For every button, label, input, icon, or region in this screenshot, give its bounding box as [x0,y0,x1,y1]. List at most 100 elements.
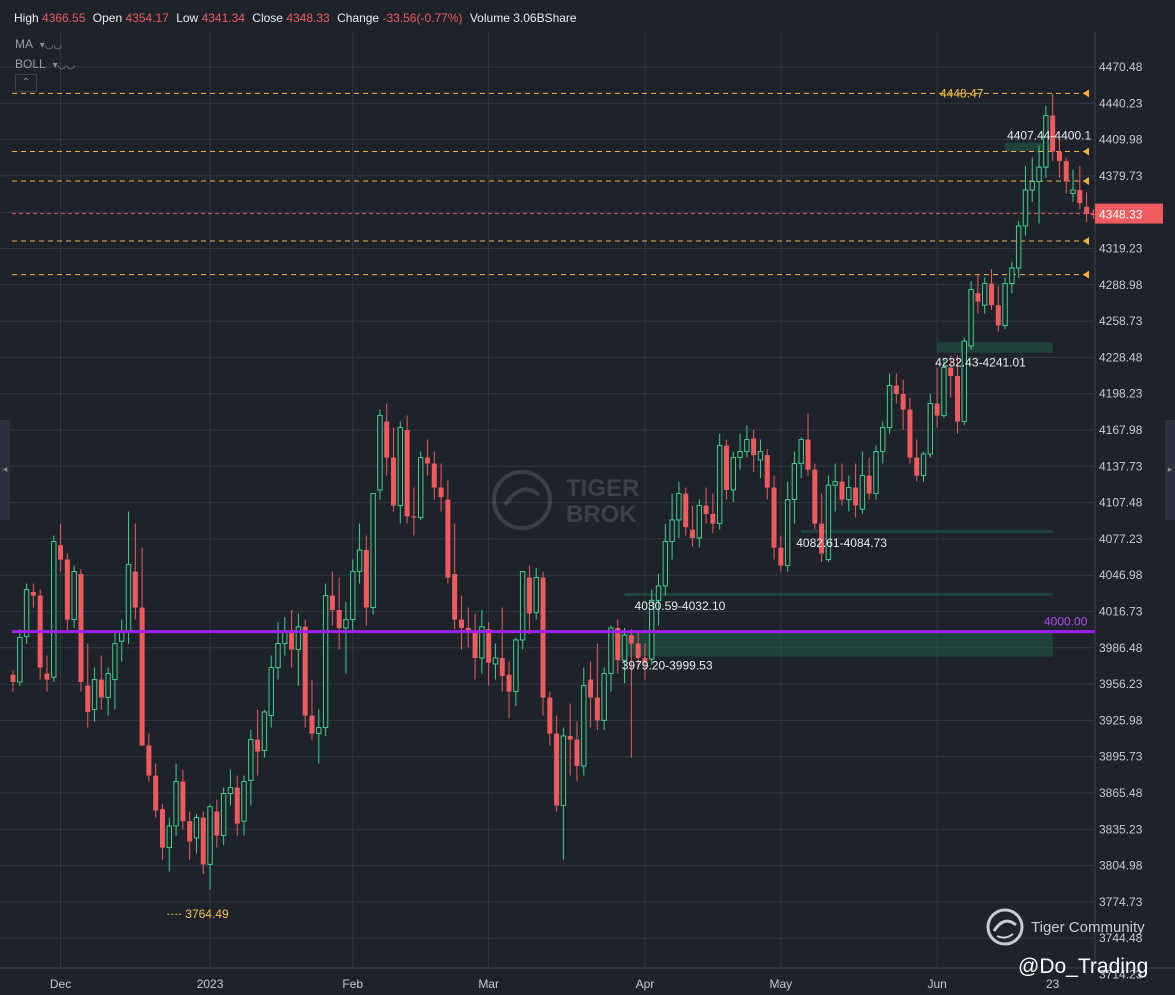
candlestick-chart[interactable]: TIGER BROK 4000.00 4470.48 4440.23 4409.98… [0,0,1175,995]
candle-body-down [955,375,961,422]
candle-body-up [676,493,682,521]
candle-body-down [988,283,994,306]
author-handle: @Do_Trading [1018,955,1149,978]
candle-body-down [139,607,145,746]
candle-body-up [370,493,376,609]
candle-body-up [220,793,227,837]
candle-body-up [961,340,967,423]
close-label: Close [252,11,283,25]
tiger-logo-icon [986,908,1024,946]
candle-body-down [567,735,573,740]
candle-body-up [621,634,628,661]
candle-body-up [846,487,852,501]
candle-body-up [1070,189,1076,195]
candle-body-down [853,487,859,506]
candle-body-up [227,787,234,795]
y-tick-label: 3895.73 [1099,750,1143,764]
candle-body-down [540,577,546,698]
candle-body-up [492,657,499,665]
current-price-label: 4348.33 [1099,208,1143,222]
y-tick-label: 4258.73 [1099,314,1143,328]
candle-body-up [1022,189,1029,227]
candle-body-down [486,629,492,663]
candle-body-up [873,451,879,495]
candle-body-down [839,481,845,500]
candle-body-down [445,499,451,578]
candle-body-up [601,673,607,721]
chevron-left-icon: ◂ [2,464,8,474]
candle-body-down [900,393,906,410]
y-tick-label: 3804.98 [1099,859,1143,873]
candle-body-down [907,409,913,458]
ohlc-header: High 4366.55 Open 4354.17 Low 4341.34 Cl… [14,11,577,25]
candle-body-up [275,643,281,669]
zone-label: 4030.59-4032.10 [635,599,726,613]
indicator-boll-label: BOLL [15,57,46,71]
chevron-right-icon: ▸ [1167,464,1173,474]
candle-body-up [261,711,268,751]
left-scroll-handle[interactable]: ◂ [0,420,10,520]
candle-body-up [350,571,356,621]
zone-label: 4407.44-4400.1 [1007,128,1091,142]
candle-body-down [187,821,193,842]
candle-body-up [51,541,57,678]
candle-body-up [662,541,669,587]
low-marker-label: 3764.49 [185,907,229,921]
x-tick-label: May [769,977,792,991]
candle-body-up [207,806,213,865]
y-tick-label: 4198.23 [1099,387,1143,401]
collapse-indicators-button[interactable]: ⌃ [15,74,37,92]
y-tick-label: 4409.98 [1099,133,1143,147]
indicator-boll[interactable]: BOLL ▾◡◡ [15,57,75,71]
candle-body-down [703,505,709,514]
candle-body-up [560,735,567,807]
candle-body-down [289,631,295,650]
candle-body-up [125,563,132,633]
candle-body-up [927,403,934,455]
candle-body-up [1009,267,1015,285]
candle-body-up [696,505,702,539]
community-label: Tiger Community [1031,918,1145,936]
candle-body-down [98,679,104,698]
candle-body-down [1077,189,1083,204]
candle-body-down [710,513,716,524]
price-zone [801,529,1053,533]
change-label: Change [337,11,380,25]
candle-body-up [248,739,254,781]
x-tick-label: Jun [927,977,946,991]
candle-body-down [628,635,634,644]
y-tick-label: 4440.23 [1099,96,1143,110]
low-value: 4341.34 [201,11,245,25]
y-tick-label: 3925.98 [1099,713,1143,727]
candle-body-down [302,626,308,716]
x-tick-label: Dec [50,977,71,991]
candle-body-up [757,451,764,461]
right-scroll-handle[interactable]: ▸ [1165,420,1175,520]
candle-body-up [716,445,723,525]
candle-body-down [594,697,600,721]
eye-closed-icon[interactable]: ▾◡◡ [40,40,62,51]
x-tick-label: 23 [1046,977,1060,991]
candle-body-up [533,577,539,613]
candle-body-up [1002,283,1008,327]
volume-value: 3.06BShare [513,11,577,25]
y-tick-label: 4288.98 [1099,278,1143,292]
y-tick-label: 4077.23 [1099,532,1143,546]
candle-body-down [58,545,64,560]
y-tick-label: 3865.48 [1099,786,1143,800]
candle-body-down [588,679,594,698]
candle-body-down [472,631,478,658]
y-tick-label: 4228.48 [1099,350,1143,364]
candle-body-up [798,439,804,465]
candle-body-down [1063,161,1069,182]
candle-body-down [805,439,811,470]
x-tick-label: Feb [342,977,363,991]
indicator-ma[interactable]: MA ▾◡◡ [15,37,62,51]
high-value: 4366.55 [42,11,86,25]
candle-body-up [17,637,23,683]
dashed-level-label: 4448.47 [940,86,984,100]
eye-closed-icon[interactable]: ▾◡◡ [53,60,75,71]
x-tick-label: 2023 [197,977,224,991]
candle-body-down [363,549,369,608]
candle-body-down [506,674,512,692]
